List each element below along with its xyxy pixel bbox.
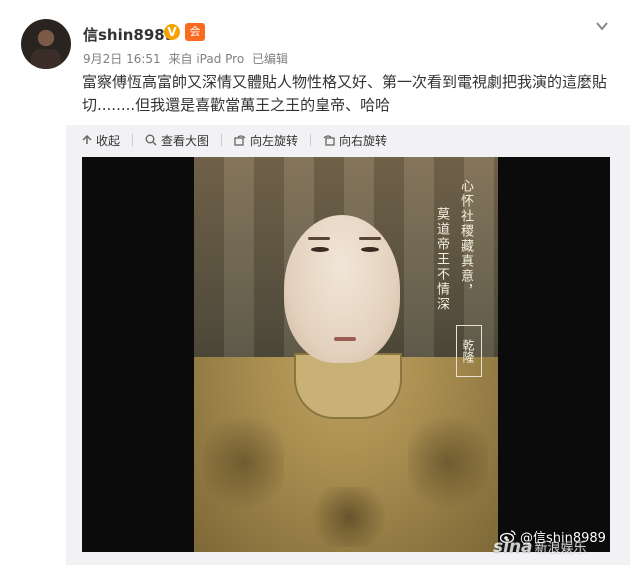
view-large-label: 查看大图 <box>161 133 210 148</box>
left-eye <box>311 247 329 252</box>
left-eyebrow <box>308 237 330 240</box>
chevron-down-icon[interactable] <box>595 19 609 33</box>
collapse-button[interactable]: 收起 <box>82 132 120 149</box>
rotate-right-icon <box>323 135 335 146</box>
post-image[interactable]: 心怀社稷藏真意， 莫道帝王不情深 乾隆 <box>82 157 610 552</box>
name-seal: 乾隆 <box>456 325 482 377</box>
toolbar-divider <box>132 134 134 146</box>
media-toolbar: 收起 查看大图 向左旋转 向右旋转 <box>82 131 399 149</box>
portrait-photo: 心怀社稷藏真意， 莫道帝王不情深 乾隆 <box>194 157 498 552</box>
mouth <box>334 337 356 341</box>
member-badge-icon[interactable]: 会 <box>185 23 205 41</box>
right-eye <box>361 247 379 252</box>
verified-badge-icon[interactable]: V <box>164 24 180 40</box>
collapse-label: 收起 <box>96 133 121 148</box>
rotate-left-icon <box>234 135 246 146</box>
poem-line-1: 心怀社稷藏真意， <box>458 179 473 299</box>
poem-line-2: 莫道帝王不情深 <box>434 207 449 312</box>
sina-brand-sub: 新浪娱乐 <box>534 541 587 556</box>
robe-embroidery-right <box>408 407 488 517</box>
avatar[interactable] <box>21 19 71 69</box>
view-large-button[interactable]: 查看大图 <box>145 132 209 149</box>
sina-logo: sina 新浪娱乐 <box>493 537 587 557</box>
robe-embroidery-left <box>204 407 284 517</box>
rotate-left-button[interactable]: 向左旋转 <box>234 132 298 149</box>
toolbar-divider <box>221 134 223 146</box>
username-link[interactable]: 信shin8989 <box>83 24 175 45</box>
robe-emblem <box>304 487 394 547</box>
sina-brand: sina <box>493 537 533 557</box>
post-source: 来自 iPad Pro <box>168 52 245 66</box>
rotate-left-label: 向左旋转 <box>250 133 299 148</box>
rotate-right-label: 向右旋转 <box>339 133 388 148</box>
toolbar-divider <box>310 134 312 146</box>
collapse-icon <box>82 135 92 144</box>
post-timestamp[interactable]: 9月2日 16:51 <box>83 52 161 66</box>
rotate-right-button[interactable]: 向右旋转 <box>323 132 387 149</box>
post-meta: 9月2日 16:51 来自 iPad Pro 已编辑 <box>83 50 292 67</box>
post-text: 富察傅恆高富帥又深情又體貼人物性格又好、第一次看到電視劇把我演的這麼貼切....… <box>82 73 608 114</box>
edited-label[interactable]: 已编辑 <box>252 52 288 66</box>
search-icon <box>145 134 157 146</box>
right-eyebrow <box>359 237 381 240</box>
